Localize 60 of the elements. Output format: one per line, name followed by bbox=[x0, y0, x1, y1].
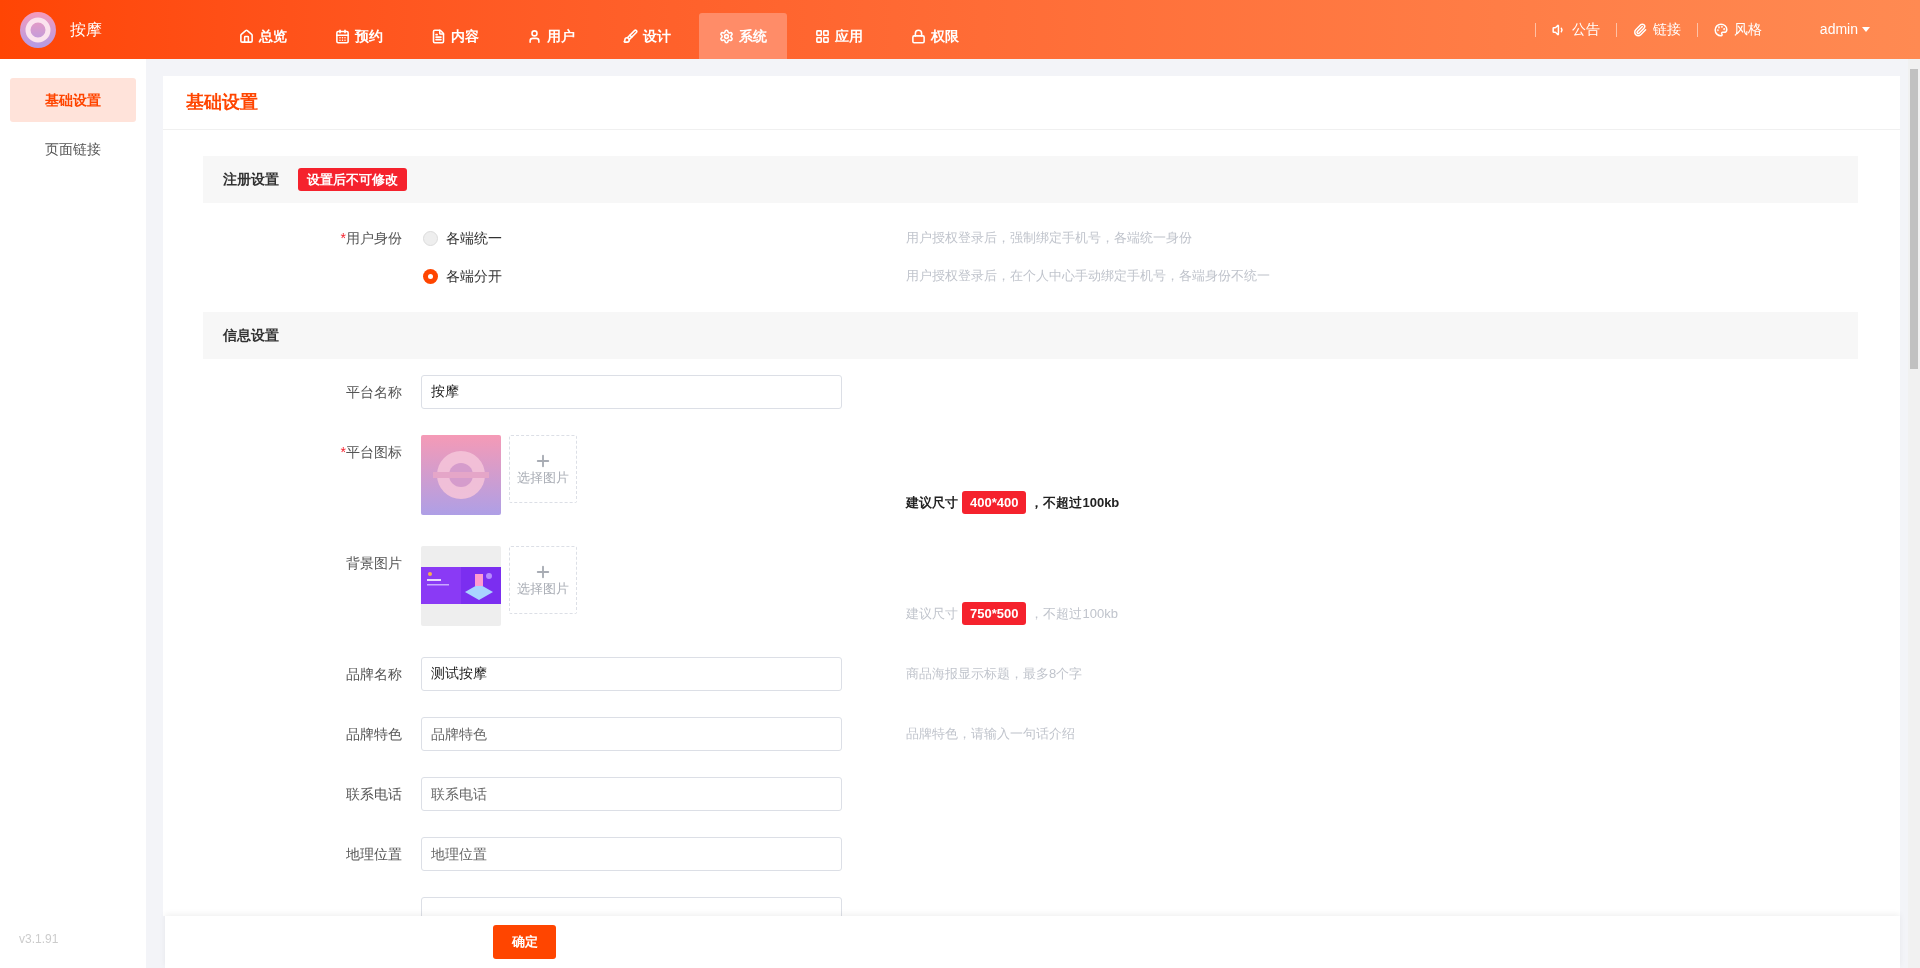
image-upload-button[interactable]: 选择图片 bbox=[509, 546, 577, 614]
field-label: 背景图片 bbox=[345, 554, 402, 573]
hint-text: 建议尺寸 bbox=[906, 604, 958, 623]
app-name: 按摩 bbox=[70, 19, 102, 40]
nav-tab[interactable]: 预约 bbox=[315, 13, 403, 59]
radio-option[interactable]: 各端统一 bbox=[423, 227, 502, 249]
field-label: 联系电话 bbox=[345, 785, 402, 804]
section-title: 注册设置 bbox=[223, 170, 279, 189]
gear-icon bbox=[719, 28, 734, 44]
header-link[interactable]: 风格 bbox=[1697, 19, 1778, 40]
scrollbar[interactable] bbox=[1908, 59, 1920, 968]
paperclip-icon bbox=[1632, 22, 1647, 37]
user-icon bbox=[527, 28, 542, 44]
speaker-icon bbox=[1551, 22, 1566, 37]
field-label: 品牌特色 bbox=[345, 725, 402, 744]
hint-text: ，不超过100kb bbox=[1030, 604, 1118, 623]
field-label: 地理位置 bbox=[345, 845, 402, 864]
nav-tab[interactable]: 系统 bbox=[699, 13, 787, 59]
field-label: *用户身份 bbox=[339, 229, 402, 248]
plus-icon bbox=[534, 452, 552, 470]
hint-text: 商品海报显示标题，最多8个字 bbox=[906, 665, 1083, 684]
header-link[interactable]: 公告 bbox=[1535, 19, 1616, 40]
header-link[interactable]: 链接 bbox=[1616, 19, 1697, 40]
radio-option[interactable]: 各端分开 bbox=[423, 265, 502, 287]
caret-icon bbox=[1862, 27, 1870, 32]
sidebar-item[interactable]: 页面链接 bbox=[10, 127, 136, 171]
nav-tab[interactable]: 用户 bbox=[507, 13, 595, 59]
nav-tab[interactable]: 设计 bbox=[603, 13, 691, 59]
text-field[interactable]: 地理位置 bbox=[421, 837, 842, 871]
warning-badge: 设置后不可修改 bbox=[298, 167, 407, 192]
nav-tab[interactable]: 权限 bbox=[891, 13, 979, 59]
sidebar-item[interactable]: 基础设置 bbox=[10, 78, 136, 122]
field-label: 平台名称 bbox=[345, 383, 402, 402]
logo-icon bbox=[20, 11, 56, 48]
calendar-icon bbox=[335, 28, 350, 44]
field-label: 品牌名称 bbox=[345, 665, 402, 684]
hint-text: 建议尺寸 bbox=[906, 493, 958, 512]
plus-icon bbox=[534, 563, 552, 581]
size-badge: 400*400 bbox=[962, 490, 1027, 514]
lock-icon bbox=[911, 28, 926, 44]
section-title: 信息设置 bbox=[223, 326, 279, 345]
text-field[interactable]: 测试按摩 bbox=[421, 657, 842, 691]
confirm-button[interactable]: 确定 bbox=[493, 925, 556, 959]
nav-tab[interactable]: 应用 bbox=[795, 13, 883, 59]
palette-icon bbox=[1713, 22, 1728, 37]
size-badge: 750*500 bbox=[962, 601, 1027, 625]
text-field[interactable]: 品牌特色 bbox=[421, 717, 842, 751]
user-menu[interactable]: admin bbox=[1819, 19, 1870, 40]
page-title: 基础设置 bbox=[186, 91, 258, 114]
nav-tab[interactable]: 内容 bbox=[411, 13, 499, 59]
image-upload-button[interactable]: 选择图片 bbox=[509, 435, 577, 503]
home-icon bbox=[239, 28, 254, 44]
document-icon bbox=[431, 28, 446, 44]
text-field[interactable]: 联系电话 bbox=[421, 777, 842, 811]
field-label: *平台图标 bbox=[339, 443, 402, 462]
grid-icon bbox=[815, 28, 830, 44]
text-field[interactable]: 按摩 bbox=[421, 375, 842, 409]
brush-icon bbox=[623, 28, 638, 44]
hint-text: ，不超过100kb bbox=[1030, 493, 1120, 512]
nav-tab[interactable]: 总览 bbox=[219, 13, 307, 59]
